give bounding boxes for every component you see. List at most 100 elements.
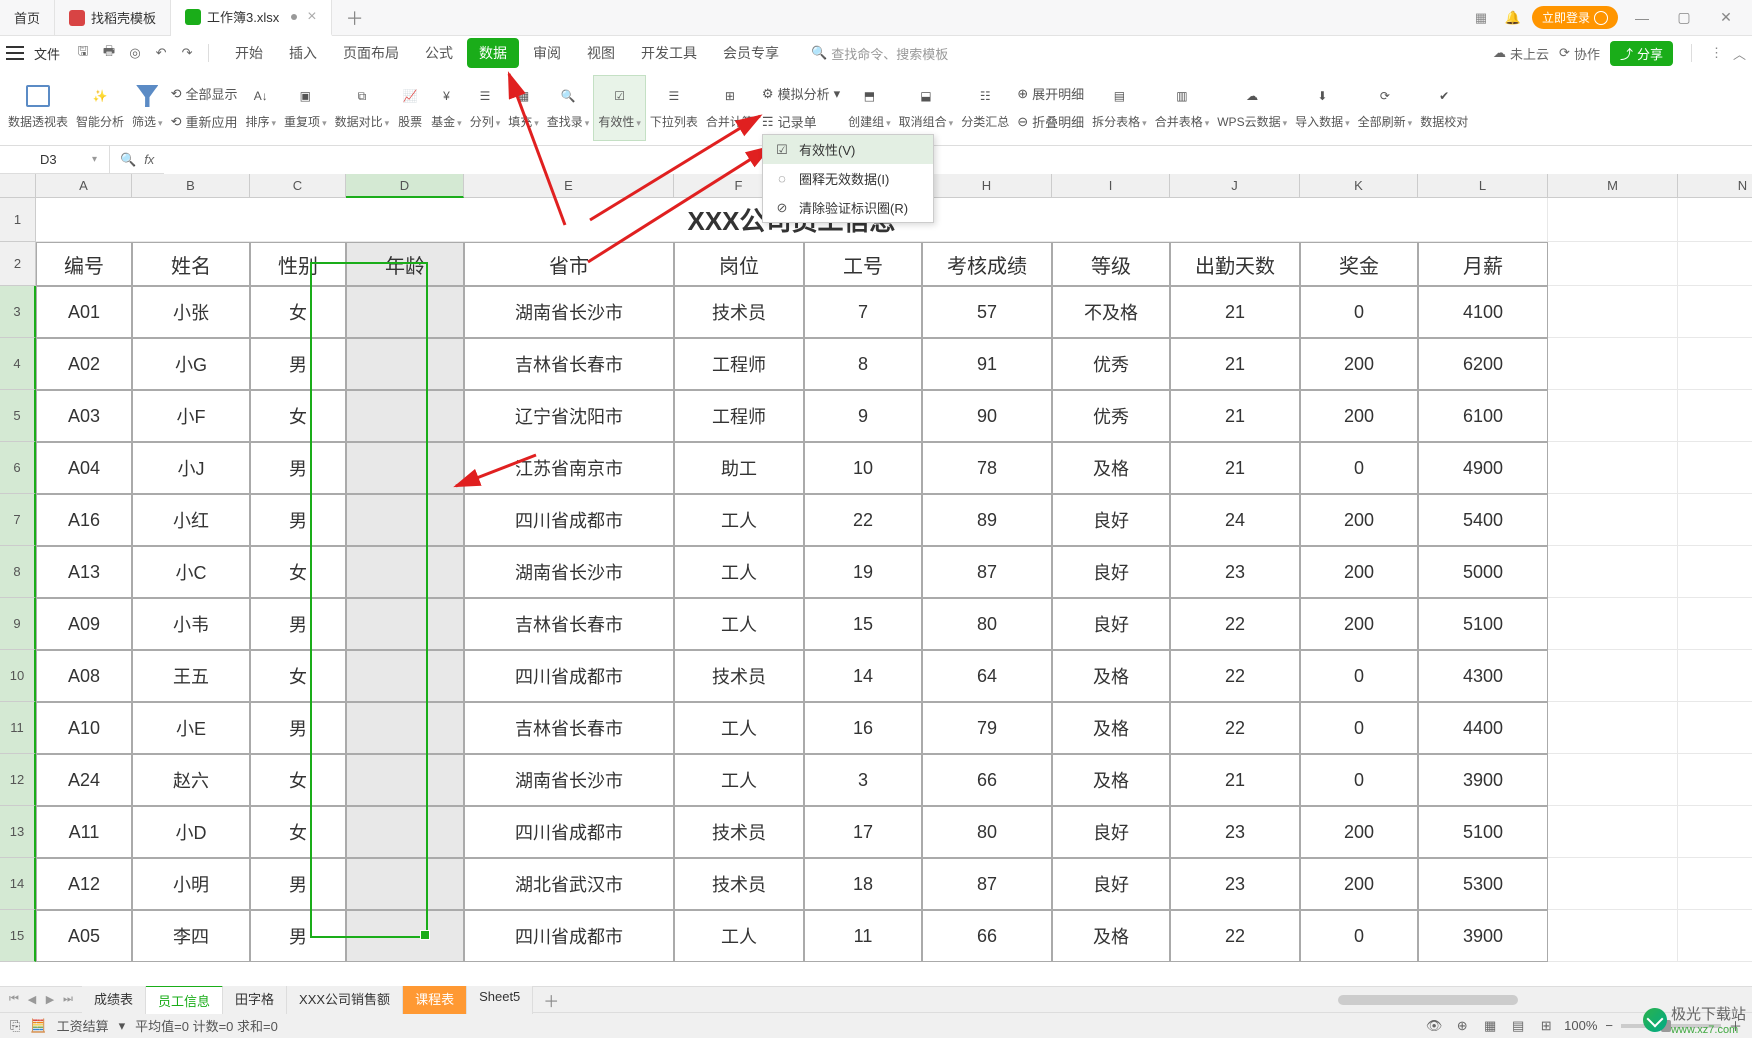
center-icon[interactable]: ⊕ — [1452, 1016, 1472, 1036]
data-cell[interactable]: 64 — [922, 650, 1052, 702]
file-menu[interactable]: 文件 — [34, 44, 60, 63]
data-cell[interactable]: 0 — [1300, 442, 1418, 494]
cell[interactable] — [1548, 702, 1678, 754]
col-header-C[interactable]: C — [250, 174, 346, 198]
data-cell[interactable]: 5100 — [1418, 806, 1548, 858]
tab-docer[interactable]: 找稻壳模板 — [55, 0, 171, 36]
header-cell[interactable]: 姓名 — [132, 242, 250, 286]
sheet-tab-Sheet5[interactable]: Sheet5 — [467, 985, 533, 1014]
data-cell[interactable]: 3 — [804, 754, 922, 806]
data-cell[interactable]: 男 — [250, 858, 346, 910]
data-cell[interactable]: 男 — [250, 494, 346, 546]
data-cell[interactable]: 及格 — [1052, 702, 1170, 754]
data-cell[interactable]: A12 — [36, 858, 132, 910]
row-header-7[interactable]: 7 — [0, 494, 36, 546]
data-cell[interactable]: 男 — [250, 338, 346, 390]
menu-tab-开发工具[interactable]: 开发工具 — [629, 38, 709, 68]
data-cell[interactable]: 吉林省长春市 — [464, 598, 674, 650]
row-header-5[interactable]: 5 — [0, 390, 36, 442]
data-cell[interactable]: 技术员 — [674, 806, 804, 858]
data-cell[interactable]: 女 — [250, 390, 346, 442]
sheet-nav-prev[interactable]: ◀ — [24, 992, 40, 1008]
data-cell[interactable]: 8 — [804, 338, 922, 390]
data-cell[interactable]: 21 — [1170, 286, 1300, 338]
data-cell[interactable]: 良好 — [1052, 806, 1170, 858]
select-all-corner[interactable] — [0, 174, 36, 198]
data-cell[interactable]: 湖南省长沙市 — [464, 754, 674, 806]
data-cell[interactable]: 11 — [804, 910, 922, 962]
sheet-nav-next[interactable]: ▶ — [42, 992, 58, 1008]
data-cell[interactable]: 湖北省武汉市 — [464, 858, 674, 910]
row-header-12[interactable]: 12 — [0, 754, 36, 806]
menu-tab-数据[interactable]: 数据 — [467, 38, 519, 68]
cell[interactable] — [1678, 702, 1752, 754]
cell[interactable] — [1678, 198, 1752, 242]
data-cell[interactable]: A03 — [36, 390, 132, 442]
col-header-B[interactable]: B — [132, 174, 250, 198]
data-cell[interactable]: 工人 — [674, 754, 804, 806]
data-cell[interactable]: 3900 — [1418, 910, 1548, 962]
row-header-8[interactable]: 8 — [0, 546, 36, 598]
header-cell[interactable]: 省市 — [464, 242, 674, 286]
data-cell[interactable]: 22 — [804, 494, 922, 546]
consolidate-button[interactable]: ⊞合并计算 — [702, 75, 758, 141]
search-input[interactable]: 🔍 查找命令、搜索模板 — [811, 44, 948, 63]
row-header-15[interactable]: 15 — [0, 910, 36, 962]
data-cell[interactable]: 5100 — [1418, 598, 1548, 650]
data-cell[interactable]: 小F — [132, 390, 250, 442]
view-break-icon[interactable]: ⊞ — [1536, 1016, 1556, 1036]
data-cell[interactable]: 80 — [922, 806, 1052, 858]
cell[interactable] — [1548, 198, 1678, 242]
data-cell[interactable]: 技术员 — [674, 650, 804, 702]
data-cell[interactable]: 18 — [804, 858, 922, 910]
sheet-tab-XXX公司销售额[interactable]: XXX公司销售额 — [287, 985, 403, 1014]
data-cell[interactable]: 200 — [1300, 858, 1418, 910]
data-cell[interactable]: 5000 — [1418, 546, 1548, 598]
fund-button[interactable]: ¥基金▾ — [427, 75, 466, 141]
header-cell[interactable]: 岗位 — [674, 242, 804, 286]
data-cell[interactable]: 6200 — [1418, 338, 1548, 390]
coop-button[interactable]: ⟳协作 — [1559, 44, 1600, 63]
data-cell[interactable]: A04 — [36, 442, 132, 494]
row-header-11[interactable]: 11 — [0, 702, 36, 754]
data-cell[interactable]: 21 — [1170, 390, 1300, 442]
data-cell[interactable]: 0 — [1300, 910, 1418, 962]
data-cell[interactable]: 小C — [132, 546, 250, 598]
menu-tab-审阅[interactable]: 审阅 — [521, 38, 573, 68]
data-cell[interactable]: 及格 — [1052, 754, 1170, 806]
header-cell[interactable]: 性别 — [250, 242, 346, 286]
data-cell[interactable]: 及格 — [1052, 910, 1170, 962]
data-cell[interactable]: 22 — [1170, 598, 1300, 650]
cell[interactable] — [1548, 754, 1678, 806]
data-cell[interactable]: 小J — [132, 442, 250, 494]
validity-button[interactable]: ☑有效性▾ — [593, 75, 646, 141]
undo-icon[interactable]: ↶ — [150, 42, 172, 64]
import-data-button[interactable]: ⬇导入数据▾ — [1291, 75, 1354, 141]
data-cell[interactable] — [346, 546, 464, 598]
data-cell[interactable]: 10 — [804, 442, 922, 494]
data-cell[interactable]: 小G — [132, 338, 250, 390]
data-cell[interactable]: 200 — [1300, 598, 1418, 650]
sheet-nav-last[interactable]: ⏭ — [60, 992, 76, 1008]
cell[interactable] — [1678, 754, 1752, 806]
data-cell[interactable]: 工人 — [674, 910, 804, 962]
data-cell[interactable]: 3900 — [1418, 754, 1548, 806]
col-header-M[interactable]: M — [1548, 174, 1678, 198]
data-cell[interactable]: A09 — [36, 598, 132, 650]
header-cell[interactable]: 出勤天数 — [1170, 242, 1300, 286]
data-cell[interactable]: 工程师 — [674, 338, 804, 390]
data-cell[interactable]: 89 — [922, 494, 1052, 546]
data-cell[interactable]: 工程师 — [674, 390, 804, 442]
show-all-button[interactable]: ⟲全部显示 — [167, 81, 242, 107]
data-cell[interactable]: 0 — [1300, 754, 1418, 806]
salary-icon[interactable]: 🧮 — [30, 1018, 46, 1034]
data-cell[interactable]: 200 — [1300, 338, 1418, 390]
split-col-button[interactable]: ☰分列▾ — [466, 75, 505, 141]
cell[interactable] — [1678, 494, 1752, 546]
data-cell[interactable]: 87 — [922, 858, 1052, 910]
data-cell[interactable]: 200 — [1300, 806, 1418, 858]
form-button[interactable]: ☶记录单 — [758, 109, 844, 135]
expand-detail-button[interactable]: ⊕展开明细 — [1013, 81, 1088, 107]
data-cell[interactable]: 四川省成都市 — [464, 806, 674, 858]
data-cell[interactable]: 女 — [250, 650, 346, 702]
